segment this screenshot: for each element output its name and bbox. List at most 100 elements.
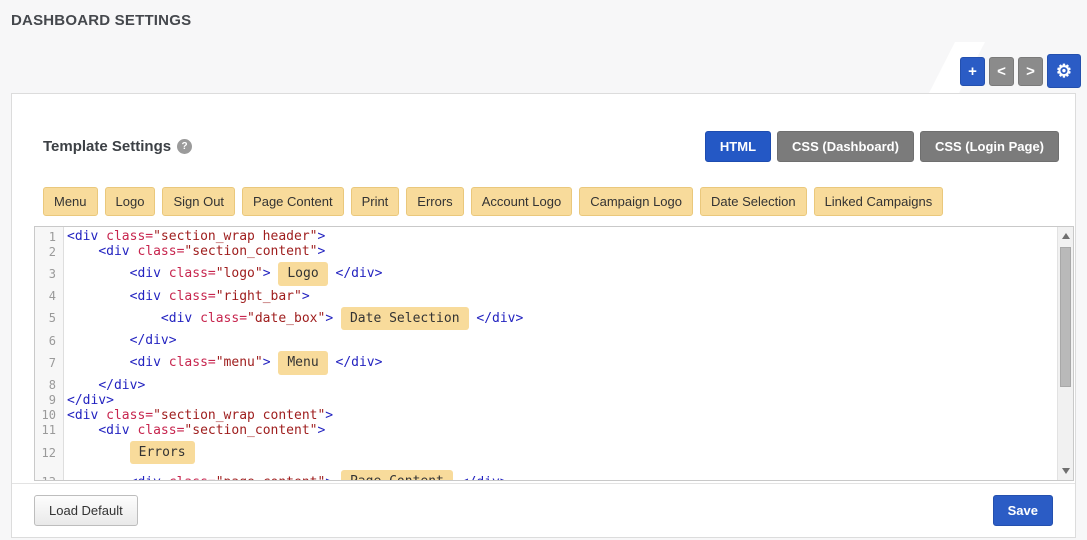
help-icon[interactable]: ? bbox=[177, 139, 192, 154]
line-number: 12 bbox=[35, 438, 63, 468]
code-segment: "page_content" bbox=[216, 475, 326, 480]
code-tag-badge-page-content[interactable]: Page Content bbox=[341, 470, 453, 480]
code-line-text: <div class="menu"> Menu </div> bbox=[63, 348, 382, 378]
tag-button-page-content[interactable]: Page Content bbox=[242, 187, 344, 216]
scroll-down-icon[interactable] bbox=[1062, 468, 1070, 474]
code-segment: > bbox=[263, 266, 271, 281]
tag-button-menu[interactable]: Menu bbox=[43, 187, 98, 216]
code-segment: </div> bbox=[476, 311, 523, 326]
code-line: 10<div class="section_wrap content"> bbox=[35, 408, 1057, 423]
tag-button-date-selection[interactable]: Date Selection bbox=[700, 187, 807, 216]
tag-button-sign-out[interactable]: Sign Out bbox=[162, 187, 235, 216]
prev-button[interactable]: < bbox=[989, 57, 1014, 86]
code-segment: "section_wrap content" bbox=[153, 408, 325, 423]
code-segment: </div> bbox=[336, 266, 383, 281]
code-segment: </div> bbox=[336, 355, 383, 370]
code-segment bbox=[328, 266, 336, 281]
line-number: 11 bbox=[35, 423, 63, 438]
code-line: 2 <div class="section_content"> bbox=[35, 244, 1057, 259]
code-segment: <div bbox=[67, 229, 98, 244]
code-segment bbox=[161, 266, 169, 281]
line-number: 5 bbox=[35, 304, 63, 334]
code-segment: > bbox=[325, 408, 333, 423]
code-segment: class= bbox=[169, 355, 216, 370]
tab-html[interactable]: HTML bbox=[705, 131, 771, 162]
code-segment: > bbox=[317, 244, 325, 259]
code-segment: "menu" bbox=[216, 355, 263, 370]
tab-css-dashboard[interactable]: CSS (Dashboard) bbox=[777, 131, 914, 162]
settings-button[interactable]: ⚙ bbox=[1047, 54, 1081, 88]
code-segment bbox=[130, 244, 138, 259]
tag-button-account-logo[interactable]: Account Logo bbox=[471, 187, 573, 216]
code-segment: > bbox=[263, 355, 271, 370]
code-segment: class= bbox=[200, 311, 247, 326]
tag-button-print[interactable]: Print bbox=[351, 187, 400, 216]
panel-title: Template Settings bbox=[43, 138, 171, 155]
editor-scrollbar[interactable] bbox=[1057, 227, 1073, 480]
tag-button-errors[interactable]: Errors bbox=[406, 187, 463, 216]
code-line: 4 <div class="right_bar"> bbox=[35, 289, 1057, 304]
code-editor[interactable]: 1<div class="section_wrap header">2 <div… bbox=[34, 226, 1074, 481]
code-segment bbox=[67, 289, 130, 304]
code-segment: <div bbox=[98, 423, 129, 438]
code-line-text: Errors bbox=[63, 438, 195, 468]
code-line-text: </div> bbox=[63, 378, 145, 393]
code-segment bbox=[98, 229, 106, 244]
next-button[interactable]: > bbox=[1018, 57, 1043, 86]
save-button[interactable]: Save bbox=[993, 495, 1053, 526]
line-number: 8 bbox=[35, 378, 63, 393]
line-number: 2 bbox=[35, 244, 63, 259]
code-segment bbox=[130, 423, 138, 438]
code-segment: class= bbox=[106, 408, 153, 423]
code-segment: </div> bbox=[67, 393, 114, 408]
code-segment: > bbox=[325, 475, 333, 480]
code-segment: "date_box" bbox=[247, 311, 325, 326]
code-segment: class= bbox=[137, 423, 184, 438]
code-segment bbox=[67, 378, 98, 393]
line-number: 6 bbox=[35, 333, 63, 348]
add-button[interactable]: + bbox=[960, 57, 985, 86]
code-segment: </div> bbox=[461, 475, 508, 480]
tag-button-campaign-logo[interactable]: Campaign Logo bbox=[579, 187, 693, 216]
code-segment bbox=[271, 266, 279, 281]
code-segment bbox=[67, 333, 130, 348]
code-line-text: <div class="section_wrap content"> bbox=[63, 408, 333, 423]
code-segment: > bbox=[325, 311, 333, 326]
scrollbar-thumb[interactable] bbox=[1060, 247, 1071, 387]
code-lines: 1<div class="section_wrap header">2 <div… bbox=[35, 229, 1057, 480]
code-tag-badge-menu[interactable]: Menu bbox=[278, 351, 327, 375]
code-tag-badge-errors[interactable]: Errors bbox=[130, 441, 195, 465]
tag-button-row: MenuLogoSign OutPage ContentPrintErrors A… bbox=[43, 187, 1059, 216]
code-line: 5 <div class="date_box"> Date Selection … bbox=[35, 304, 1057, 334]
page-title: DASHBOARD SETTINGS bbox=[11, 12, 191, 29]
code-tag-badge-logo[interactable]: Logo bbox=[278, 262, 327, 286]
tab-css-login-page[interactable]: CSS (Login Page) bbox=[920, 131, 1059, 162]
tag-button-linked-campaigns[interactable]: Linked Campaigns bbox=[814, 187, 944, 216]
code-segment: </div> bbox=[130, 333, 177, 348]
code-segment bbox=[333, 475, 341, 480]
line-number: 4 bbox=[35, 289, 63, 304]
code-segment: </div> bbox=[98, 378, 145, 393]
code-segment bbox=[161, 289, 169, 304]
code-segment: class= bbox=[169, 475, 216, 480]
template-settings-panel: Template Settings ? HTMLCSS (Dashboard)C… bbox=[11, 93, 1076, 538]
code-segment: > bbox=[317, 423, 325, 438]
code-segment bbox=[192, 311, 200, 326]
plus-icon: + bbox=[968, 63, 977, 80]
code-segment: "section_content" bbox=[184, 244, 317, 259]
code-segment bbox=[67, 311, 161, 326]
code-line-text: <div class="logo"> Logo </div> bbox=[63, 259, 382, 289]
tag-button-logo[interactable]: Logo bbox=[105, 187, 156, 216]
code-tag-badge-date-selection[interactable]: Date Selection bbox=[341, 307, 469, 331]
code-line-text: </div> bbox=[63, 333, 177, 348]
code-line: 7 <div class="menu"> Menu </div> bbox=[35, 348, 1057, 378]
code-segment: <div bbox=[161, 311, 192, 326]
code-segment bbox=[328, 355, 336, 370]
panel-footer: Load Default Save bbox=[12, 483, 1075, 537]
mini-toolbar: + < >⚙ bbox=[960, 52, 1081, 90]
chevron-left-icon: < bbox=[997, 63, 1006, 80]
code-segment: class= bbox=[106, 229, 153, 244]
scroll-up-icon[interactable] bbox=[1062, 233, 1070, 239]
code-segment: class= bbox=[137, 244, 184, 259]
load-default-button[interactable]: Load Default bbox=[34, 495, 138, 526]
